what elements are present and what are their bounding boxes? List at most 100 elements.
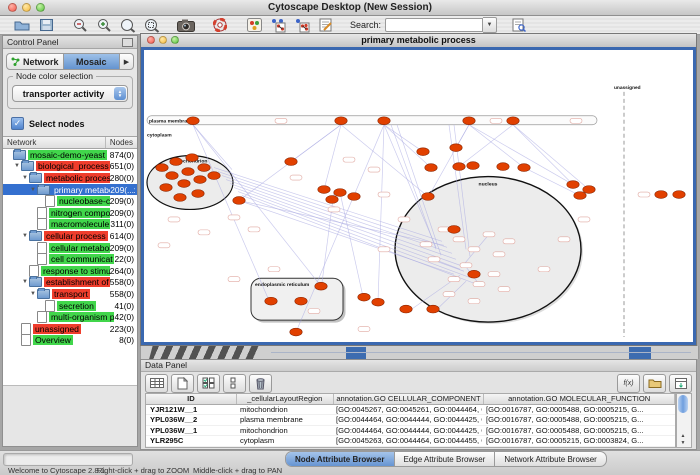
graph-node[interactable]	[208, 172, 220, 180]
tree-row[interactable]: secretion41(0)	[3, 300, 137, 312]
function-builder-icon[interactable]: f(x)	[617, 374, 640, 393]
graph-node[interactable]	[507, 117, 519, 125]
graph-node[interactable]	[334, 189, 346, 197]
graph-node[interactable]	[468, 270, 480, 278]
graph-node[interactable]	[358, 293, 370, 301]
tree-row[interactable]: response to stimulu264(0)	[3, 265, 137, 277]
graph-node[interactable]	[567, 181, 579, 189]
scrollbar-thumb[interactable]	[678, 395, 688, 413]
table-cell[interactable]: [GO:0016787, GO:0005215, GO:0003824, G..…	[482, 436, 672, 445]
map-ontology-icon[interactable]	[669, 374, 692, 393]
select-nodes-checkbox[interactable]: ✓	[11, 117, 24, 130]
graph-node[interactable]	[574, 192, 586, 200]
tree-column-nodes[interactable]: Nodes	[106, 137, 137, 148]
table-column-header[interactable]: annotation.GO MOLECULAR_FUNCTION	[484, 394, 675, 404]
table-cell[interactable]: [GO:0044464, GO:0044446, GO:0044444, G..…	[332, 447, 482, 448]
expand-arrow-icon[interactable]: ▼	[13, 163, 21, 169]
search-input[interactable]	[385, 18, 483, 32]
graph-node[interactable]	[194, 176, 206, 184]
import-attributes-icon[interactable]	[643, 374, 666, 393]
graph-node[interactable]	[166, 172, 178, 180]
graph-node[interactable]	[160, 184, 172, 192]
graph-node[interactable]	[156, 164, 168, 172]
graph-node[interactable]	[453, 163, 465, 171]
table-cell[interactable]: mitochondrion	[236, 426, 332, 435]
table-cell[interactable]: YPL036W__1	[146, 426, 236, 435]
tree-row[interactable]: multi-organism pro42(0)	[3, 311, 137, 323]
graph-node[interactable]	[378, 117, 390, 125]
tree-row[interactable]: cell communicat22(0)	[3, 253, 137, 265]
attribute-grid-icon[interactable]	[223, 374, 246, 393]
table-cell[interactable]: [GO:0005488, GO:0005215, GO:0003674]	[482, 447, 672, 448]
table-cell[interactable]: [GO:0016787, GO:0005488, GO:0005215, G..…	[482, 426, 672, 435]
table-cell[interactable]: YJR121W__1	[146, 405, 236, 414]
expand-arrow-icon[interactable]: ▼	[21, 233, 29, 239]
attribute-browser-tab[interactable]: Edge Attribute Browser	[395, 452, 496, 466]
graph-node[interactable]	[497, 163, 509, 171]
destroy-network-icon[interactable]	[290, 17, 314, 33]
table-scrollbar[interactable]: ▲▼	[676, 393, 692, 448]
expand-arrow-icon[interactable]: ▼	[29, 291, 37, 297]
table-cell[interactable]: YKR052C	[146, 447, 236, 448]
graph-node[interactable]	[318, 186, 330, 194]
table-cell[interactable]: YLR295C	[146, 436, 236, 445]
graph-node[interactable]	[583, 186, 595, 194]
table-cell[interactable]: [GO:0045263, GO:0044464, GO:0044455, G..…	[332, 436, 482, 445]
tree-row[interactable]: cellular metabol209(0)	[3, 242, 137, 254]
delete-attribute-icon[interactable]	[249, 374, 272, 393]
graph-node[interactable]	[187, 117, 199, 125]
search-dropdown-arrow-icon[interactable]: ▼	[483, 17, 497, 33]
table-cell[interactable]: [GO:0044464, GO:0044444, GO:0044425, G..…	[332, 415, 482, 424]
table-cell[interactable]: mitochondrion	[236, 405, 332, 414]
graph-node[interactable]	[400, 305, 412, 313]
graph-node[interactable]	[335, 117, 347, 125]
graph-node[interactable]	[170, 158, 182, 166]
tree-row[interactable]: unassigned223(0)	[3, 323, 137, 335]
zoom-fit-icon[interactable]	[140, 17, 164, 33]
select-attributes-icon[interactable]	[145, 374, 168, 393]
attribute-checklist-icon[interactable]	[197, 374, 220, 393]
graph-node[interactable]	[463, 117, 475, 125]
graph-node[interactable]	[178, 180, 190, 188]
graph-node[interactable]	[295, 297, 307, 305]
tree-row[interactable]: mosaic-demo-yeast874(0)	[3, 149, 137, 161]
graph-node[interactable]	[326, 196, 338, 204]
graph-node[interactable]	[174, 194, 186, 202]
vizmapper-icon[interactable]	[242, 17, 266, 33]
attribute-browser-tab[interactable]: Node Attribute Browser	[286, 452, 395, 466]
tree-row[interactable]: ▼metabolic process280(0)	[3, 172, 137, 184]
table-row[interactable]: YKR052Ccytoplasm[GO:0044464, GO:0044446,…	[146, 447, 675, 448]
tab-mosaic[interactable]: Mosaic	[64, 54, 121, 69]
graph-node[interactable]	[372, 298, 384, 306]
graph-node[interactable]	[448, 225, 460, 233]
table-column-header[interactable]: ID	[146, 394, 237, 404]
zoom-selected-icon[interactable]	[116, 17, 140, 33]
network-canvas[interactable]: plasma membranecytoplasmunassignedmitoch…	[144, 50, 693, 342]
table-row[interactable]: YLR295Ccytoplasm[GO:0045263, GO:0044464,…	[146, 436, 675, 446]
table-cell[interactable]: cytoplasm	[236, 436, 332, 445]
tree-row[interactable]: ▼primary metabolic proc209(...	[3, 184, 137, 196]
graph-node[interactable]	[422, 193, 434, 201]
graph-node[interactable]	[192, 190, 204, 198]
graph-node[interactable]	[518, 164, 530, 172]
graph-node[interactable]	[182, 168, 194, 176]
table-row[interactable]: YJR121W__1mitochondrion[GO:0045267, GO:0…	[146, 405, 675, 415]
table-column-header[interactable]: annotation.GO CELLULAR_COMPONENT	[334, 394, 485, 404]
table-cell[interactable]: [GO:0045267, GO:0045261, GO:0044464, G..…	[332, 405, 482, 414]
tree-row[interactable]: ▼establishment of lo558(0)	[3, 277, 137, 289]
graph-node[interactable]	[265, 297, 277, 305]
graph-node[interactable]	[425, 164, 437, 172]
help-icon[interactable]	[208, 17, 232, 33]
graph-node[interactable]	[673, 191, 685, 199]
tree-row[interactable]: ▼biological_process651(0)	[3, 161, 137, 173]
tree-row[interactable]: nitrogen compo209(0)	[3, 207, 137, 219]
graph-node[interactable]	[198, 164, 210, 172]
tree-row[interactable]: ▼transport558(0)	[3, 288, 137, 300]
table-cell[interactable]: [GO:0044464, GO:0044444, GO:0044425, G..…	[332, 426, 482, 435]
snapshot-icon[interactable]	[174, 17, 198, 33]
attribute-browser-tab[interactable]: Network Attribute Browser	[495, 452, 605, 466]
graph-node[interactable]	[186, 154, 198, 162]
save-icon[interactable]	[34, 17, 58, 33]
graph-node[interactable]	[233, 197, 245, 205]
create-attribute-icon[interactable]	[171, 374, 194, 393]
